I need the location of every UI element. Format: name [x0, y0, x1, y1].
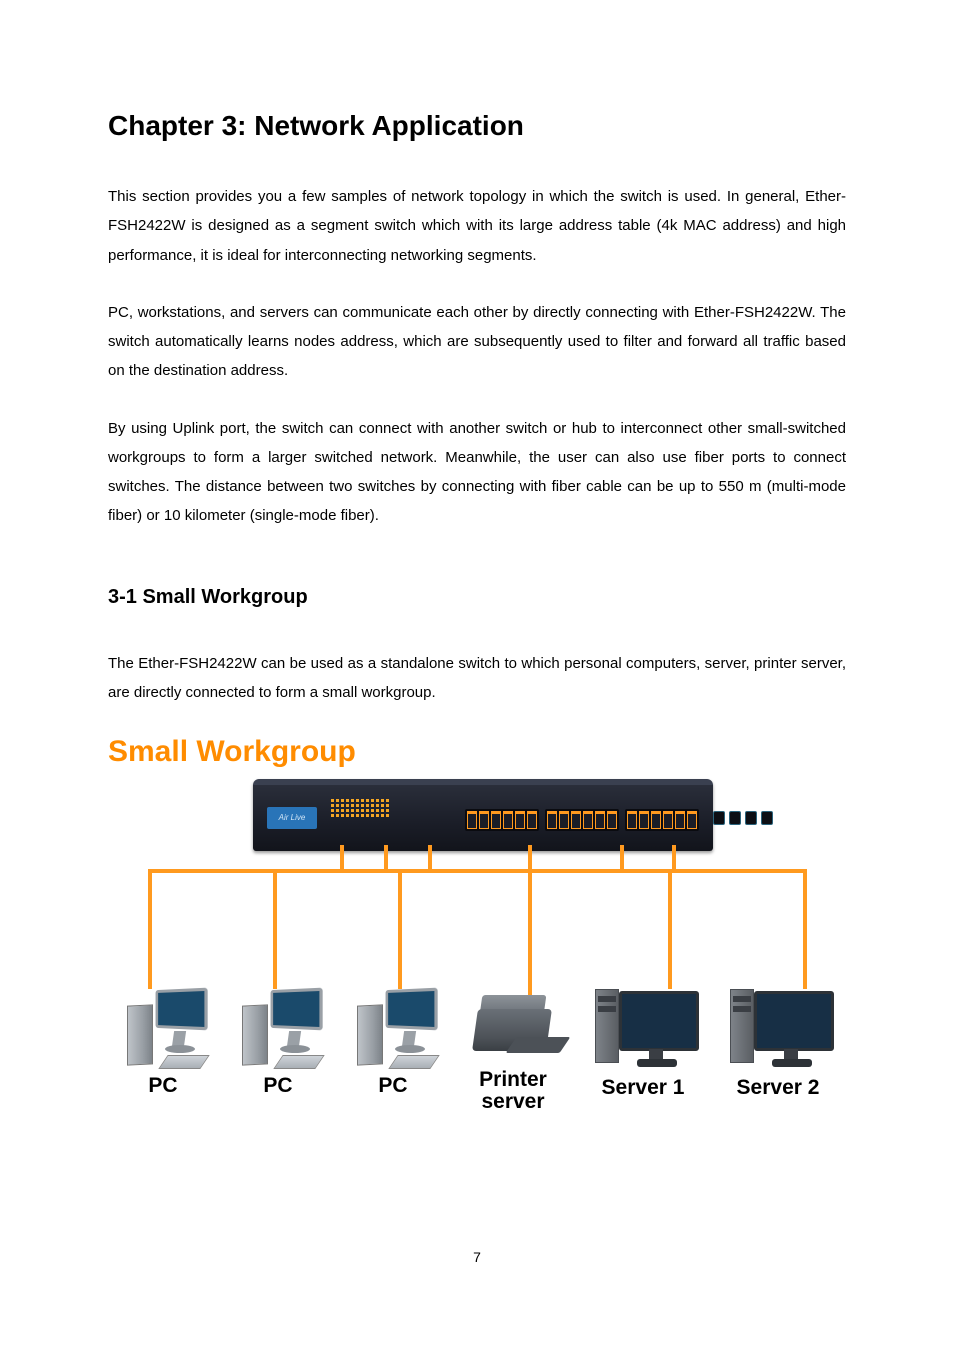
section-body: The Ether-FSH2422W can be used as a stan… [108, 649, 846, 708]
document-page: Chapter 3: Network Application This sect… [0, 0, 954, 1325]
diagram-title: Small Workgroup [108, 735, 846, 769]
page-number: 7 [108, 1249, 846, 1265]
diagram-device-server: Server 2 [713, 989, 843, 1113]
diagram-device-printer: Printer server [453, 989, 573, 1113]
network-switch-icon: Air Live [253, 779, 713, 851]
device-label: Printer server [479, 1069, 547, 1113]
cable [148, 869, 803, 873]
switch-brand-label: Air Live [267, 807, 317, 829]
device-label: PC [263, 1075, 292, 1097]
paragraph-3: By using Uplink port, the switch can con… [108, 414, 846, 531]
network-diagram: Air Live [108, 779, 843, 1149]
device-label: Server 2 [737, 1077, 820, 1099]
chapter-title: Chapter 3: Network Application [108, 110, 846, 142]
diagram-device-pc: PC [108, 989, 218, 1113]
paragraph-2: PC, workstations, and servers can commun… [108, 298, 846, 386]
device-label: PC [378, 1075, 407, 1097]
device-label: Server 1 [602, 1077, 685, 1099]
diagram-device-server: Server 1 [578, 989, 708, 1113]
diagram-device-pc: PC [223, 989, 333, 1113]
paragraph-1: This section provides you a few samples … [108, 182, 846, 270]
device-label: PC [148, 1075, 177, 1097]
section-title: 3-1 Small Workgroup [108, 586, 846, 609]
diagram-device-pc: PC [338, 989, 448, 1113]
